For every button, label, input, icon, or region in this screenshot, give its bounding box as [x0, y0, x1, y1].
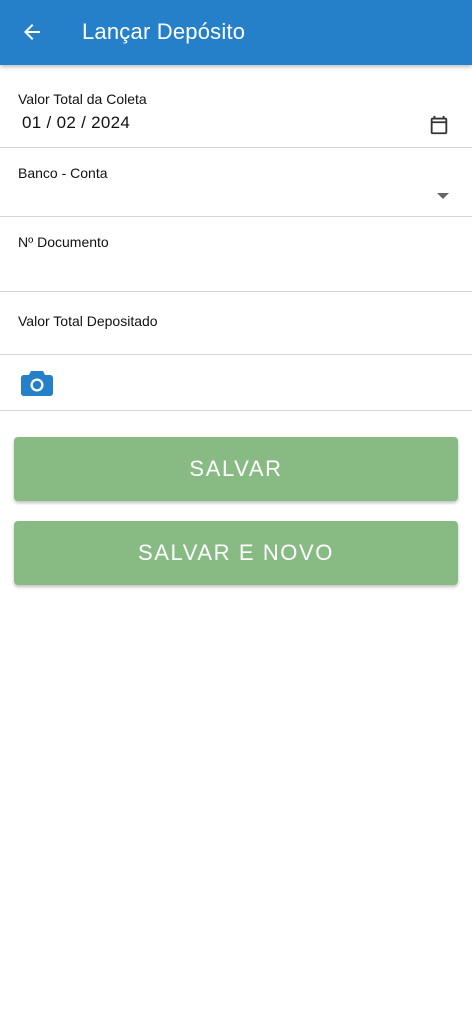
arrow-left-icon	[24, 24, 40, 40]
document-number-field[interactable]	[0, 217, 472, 292]
total-deposited-label: Valor Total Depositado	[18, 313, 158, 329]
bank-account-label: Banco - Conta	[18, 165, 108, 181]
calendar-icon[interactable]	[428, 114, 450, 136]
page-title: Lançar Depósito	[82, 19, 246, 44]
dropdown-arrow-icon[interactable]	[437, 193, 449, 199]
collection-date-input[interactable]: 01 / 02 / 2024	[22, 113, 130, 133]
camera-icon[interactable]	[20, 369, 54, 397]
collection-total-label: Valor Total da Coleta	[18, 91, 147, 107]
save-button[interactable]: SALVAR	[14, 437, 458, 501]
save-and-new-button[interactable]: SALVAR E NOVO	[14, 521, 458, 585]
app-bar: Lançar Depósito	[0, 0, 472, 65]
back-button[interactable]	[16, 16, 48, 48]
bank-account-select[interactable]	[0, 148, 472, 217]
document-number-label: Nº Documento	[18, 234, 109, 250]
photo-row	[0, 355, 472, 411]
